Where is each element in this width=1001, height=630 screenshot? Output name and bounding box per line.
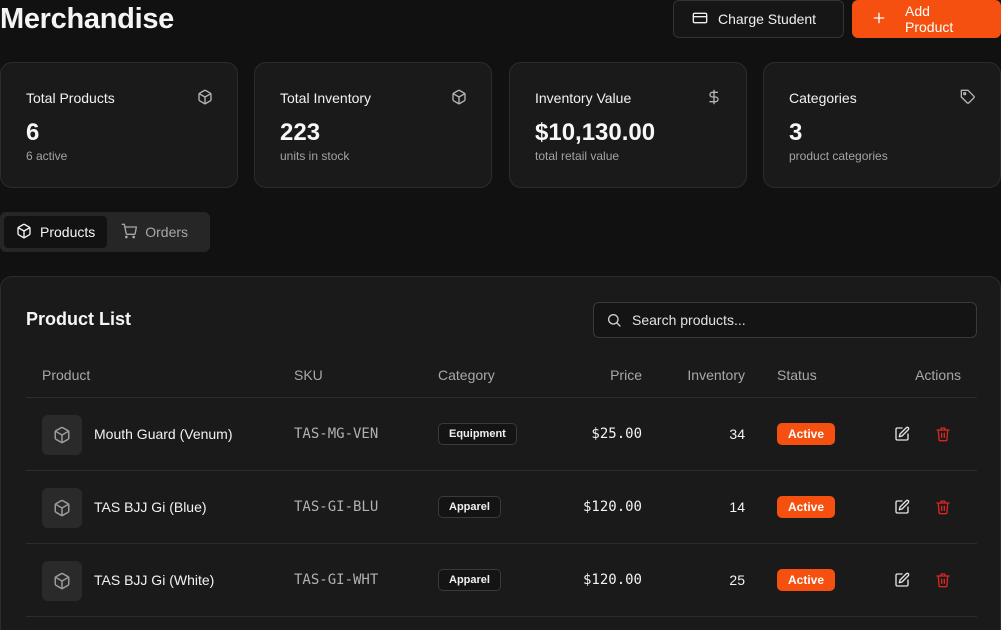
column-header-status[interactable]: Status <box>777 367 817 383</box>
stat-label: Total Products <box>26 90 115 106</box>
product-name: Mouth Guard (Venum) <box>94 426 233 442</box>
plus-icon <box>871 10 887 29</box>
tab-label: Orders <box>145 224 189 240</box>
status-badge: Active <box>777 569 836 591</box>
stat-sub: 6 active <box>26 149 68 163</box>
box-icon <box>197 89 213 110</box>
box-icon <box>53 499 71 517</box>
credit-card-icon <box>692 10 708 29</box>
product-sku: TAS-GI-BLU <box>294 499 379 515</box>
product-price: $25.00 <box>591 426 642 442</box>
product-sku: TAS-GI-WHT <box>294 572 379 588</box>
tag-icon <box>960 89 976 110</box>
tab-products[interactable]: Products <box>4 216 108 248</box>
stat-label: Categories <box>789 90 857 106</box>
stat-card-total-inventory: Total Inventory 223 units in stock <box>254 62 492 188</box>
category-badge: Equipment <box>438 423 517 445</box>
product-thumbnail <box>42 488 82 528</box>
column-header-actions: Actions <box>915 367 961 383</box>
product-name: TAS BJJ Gi (White) <box>94 572 215 588</box>
product-price: $120.00 <box>582 499 642 515</box>
search-box <box>593 302 977 338</box>
product-inventory: 25 <box>729 572 745 588</box>
tab-orders[interactable]: Orders <box>109 216 200 248</box>
product-inventory: 14 <box>729 499 745 515</box>
stat-value: 3 <box>789 119 803 146</box>
box-icon <box>53 426 71 444</box>
search-icon <box>606 312 622 328</box>
trash-icon[interactable] <box>935 572 951 593</box>
edit-icon[interactable] <box>894 572 910 593</box>
dollar-icon <box>706 89 722 110</box>
add-product-button[interactable]: Add Product <box>852 0 1001 38</box>
charge-student-button[interactable]: Charge Student <box>673 0 844 38</box>
category-badge: Apparel <box>438 496 501 518</box>
stat-value: $10,130.00 <box>535 119 656 146</box>
page-title: Merchandise <box>0 3 174 35</box>
product-inventory: 34 <box>729 426 745 442</box>
table-header: Product SKU Category Price Inventory Sta… <box>26 352 977 398</box>
stat-value: 223 <box>280 119 321 146</box>
edit-icon[interactable] <box>894 499 910 520</box>
column-header-product[interactable]: Product <box>42 367 90 383</box>
edit-icon[interactable] <box>894 426 910 447</box>
column-header-price[interactable]: Price <box>610 367 642 383</box>
search-input[interactable] <box>632 312 952 328</box>
trash-icon[interactable] <box>935 499 951 520</box>
add-product-label: Add Product <box>905 3 954 35</box>
tab-label: Products <box>40 224 96 240</box>
table-row[interactable]: TAS BJJ Gi (Blue) TAS-GI-BLU Apparel $12… <box>26 471 977 544</box>
product-sku: TAS-MG-VEN <box>294 426 379 442</box>
view-tabs: Products Orders <box>0 212 210 252</box>
column-header-category[interactable]: Category <box>438 367 495 383</box>
stat-label: Total Inventory <box>280 90 372 106</box>
product-name: TAS BJJ Gi (Blue) <box>94 499 207 515</box>
trash-icon[interactable] <box>935 426 951 447</box>
product-list-title: Product List <box>26 309 132 329</box>
stat-card-categories: Categories 3 product categories <box>763 62 1001 188</box>
product-list-panel: Product List Product SKU Category Price … <box>0 276 1001 630</box>
box-icon <box>53 572 71 590</box>
table-row[interactable]: TAS BJJ Gi (White) TAS-GI-WHT Apparel $1… <box>26 544 977 617</box>
status-badge: Active <box>777 496 836 518</box>
column-header-sku[interactable]: SKU <box>294 367 323 383</box>
cart-icon <box>121 223 138 242</box>
stat-card-inventory-value: Inventory Value $10,130.00 total retail … <box>509 62 747 188</box>
box-icon <box>451 89 467 110</box>
status-badge: Active <box>777 423 836 445</box>
stat-sub: units in stock <box>280 149 350 163</box>
stat-sub: product categories <box>789 149 888 163</box>
stat-value: 6 <box>26 119 40 146</box>
product-price: $120.00 <box>582 572 642 588</box>
stat-sub: total retail value <box>535 149 620 163</box>
stat-card-total-products: Total Products 6 6 active <box>0 62 238 188</box>
category-badge: Apparel <box>438 569 501 591</box>
product-thumbnail <box>42 415 82 455</box>
column-header-inventory[interactable]: Inventory <box>687 367 745 383</box>
stat-label: Inventory Value <box>535 90 632 106</box>
charge-student-label: Charge Student <box>718 11 817 27</box>
box-icon <box>16 223 32 242</box>
product-thumbnail <box>42 561 82 601</box>
table-row[interactable]: Mouth Guard (Venum) TAS-MG-VEN Equipment… <box>26 398 977 471</box>
